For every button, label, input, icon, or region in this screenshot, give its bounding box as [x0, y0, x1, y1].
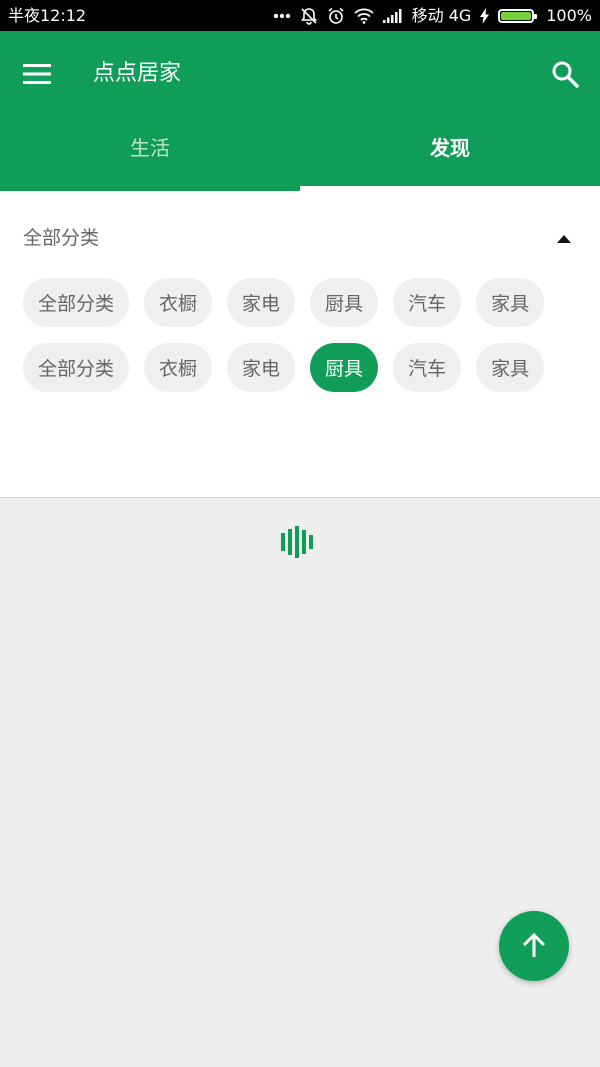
caret-up-icon	[557, 235, 571, 243]
status-bar: 半夜12:12 移动 4G 100%	[0, 0, 600, 31]
chip-appliances-2[interactable]: 家电	[227, 343, 296, 392]
tab-discover[interactable]: 发现	[300, 117, 600, 188]
wifi-icon	[353, 8, 374, 24]
app-bar: 点点居家	[0, 31, 600, 117]
chip-all-categories-2[interactable]: 全部分类	[23, 343, 130, 392]
scroll-to-top-button[interactable]	[499, 911, 569, 981]
status-icons: 移动 4G 100%	[273, 0, 592, 31]
loading-bars-icon	[281, 526, 313, 558]
chip-kitchenware-2-selected[interactable]: 厨具	[310, 343, 379, 392]
alarm-icon	[327, 7, 345, 25]
category-chips: 全部分类 衣橱 家电 厨具 汽车 家具 全部分类 衣橱 家电 厨具 汽车 家具	[23, 278, 583, 392]
menu-button[interactable]	[16, 53, 58, 95]
chip-wardrobe[interactable]: 衣橱	[144, 278, 213, 327]
chip-wardrobe-2[interactable]: 衣橱	[144, 343, 213, 392]
battery-icon	[498, 8, 538, 23]
chip-all-categories[interactable]: 全部分类	[23, 278, 130, 327]
search-button[interactable]	[544, 53, 586, 95]
arrow-up-icon	[522, 933, 546, 957]
chip-kitchenware[interactable]: 厨具	[310, 278, 379, 327]
bell-off-icon	[300, 7, 318, 25]
tab-bar: 生活 发现	[0, 117, 600, 188]
battery-level: 100%	[546, 6, 592, 25]
status-time: 半夜12:12	[8, 6, 87, 25]
chip-furniture[interactable]: 家具	[476, 278, 545, 327]
tab-life[interactable]: 生活	[0, 117, 300, 188]
more-dots-icon	[273, 13, 291, 19]
collapse-button[interactable]	[552, 227, 576, 251]
menu-icon	[23, 64, 51, 84]
chip-car[interactable]: 汽车	[393, 278, 462, 327]
loading-indicator	[280, 526, 320, 558]
chip-car-2[interactable]: 汽车	[393, 343, 462, 392]
charging-icon	[480, 7, 490, 24]
chip-appliances[interactable]: 家电	[227, 278, 296, 327]
category-panel: 全部分类 全部分类 衣橱 家电 厨具 汽车 家具 全部分类 衣橱 家电 厨具 汽…	[0, 191, 600, 498]
app-title: 点点居家	[93, 61, 182, 86]
category-header: 全部分类	[23, 227, 100, 249]
search-icon	[552, 61, 579, 88]
chip-furniture-2[interactable]: 家具	[476, 343, 545, 392]
carrier-label: 移动 4G	[411, 6, 472, 25]
signal-icon	[382, 8, 403, 23]
